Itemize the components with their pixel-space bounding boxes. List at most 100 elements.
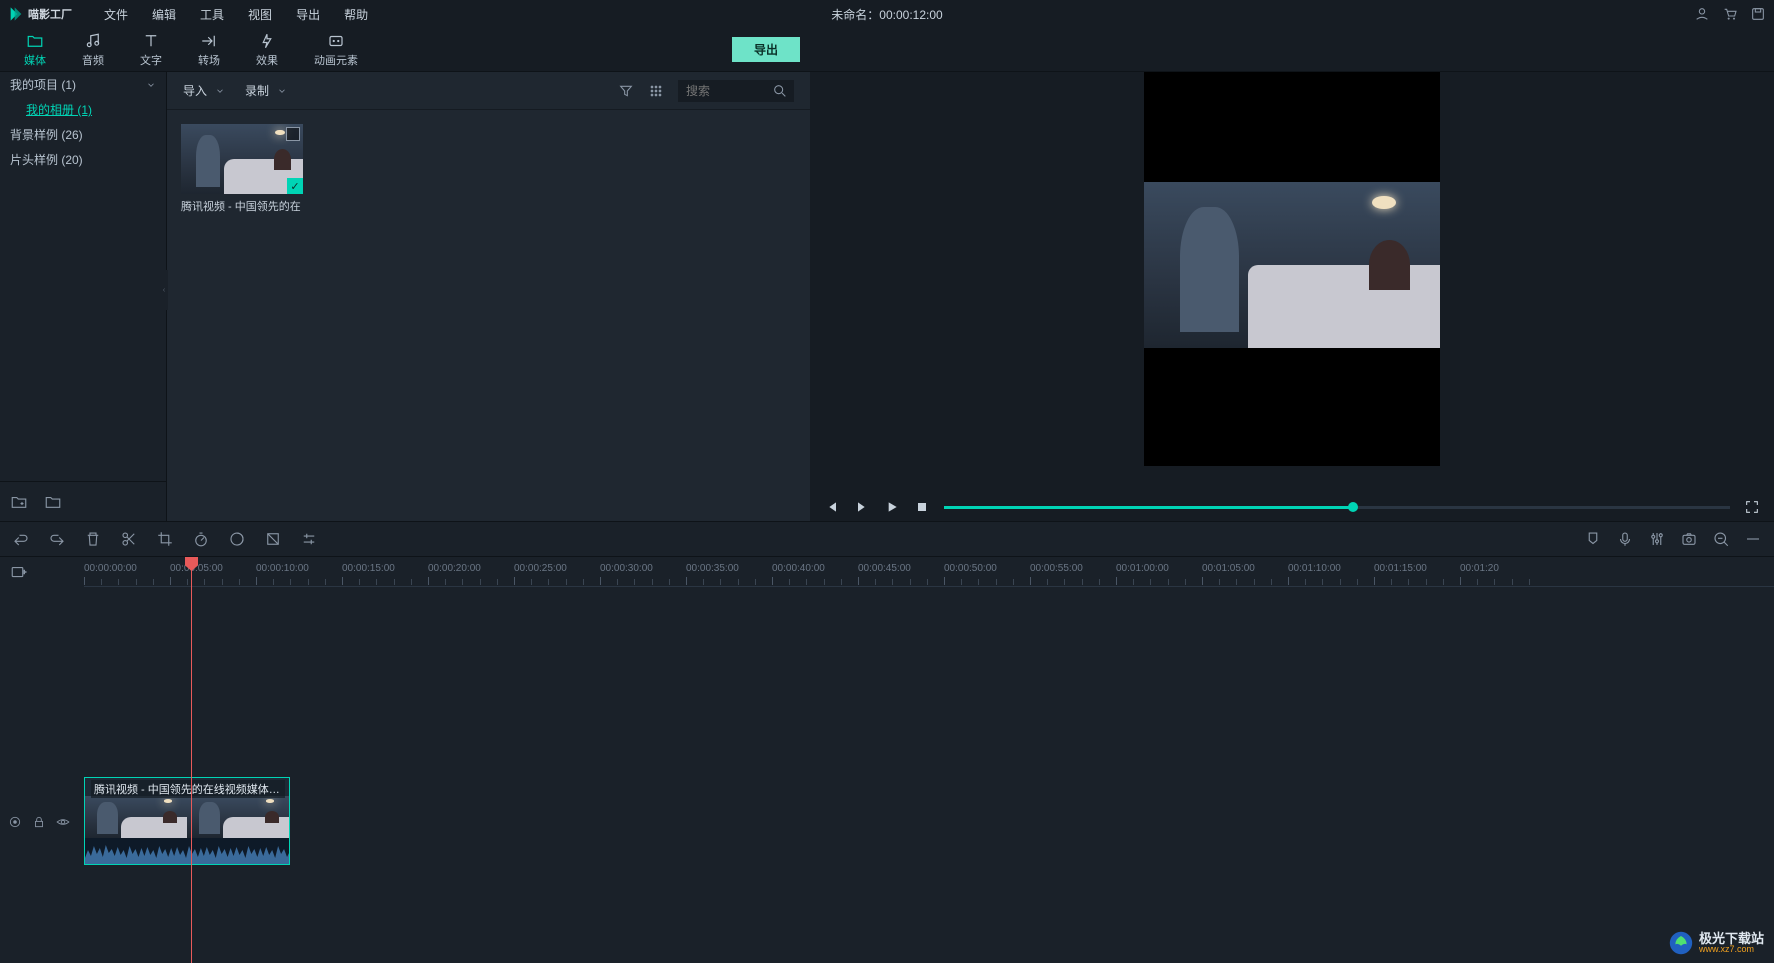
eye-icon[interactable] — [56, 815, 70, 829]
playback-slider[interactable] — [944, 506, 1730, 509]
target-icon[interactable] — [8, 815, 22, 829]
menubar: 喵影工厂 文件 编辑 工具 视图 导出 帮助 未命名：00:00:12:00 — [0, 0, 1774, 28]
record-dropdown[interactable]: 录制 — [245, 82, 287, 99]
delete-button[interactable] — [84, 530, 102, 548]
speed-button[interactable] — [192, 530, 210, 548]
color-button[interactable] — [228, 530, 246, 548]
search-icon[interactable] — [772, 83, 788, 99]
ruler-tick: 00:01:10:00 — [1288, 563, 1341, 574]
watermark-logo-icon — [1667, 929, 1695, 957]
sidebar-footer — [0, 481, 166, 521]
adjust-button[interactable] — [300, 530, 318, 548]
play-button[interactable] — [884, 499, 900, 515]
audio-mixer-icon[interactable] — [1648, 530, 1666, 548]
logo-icon — [8, 6, 24, 22]
tab-effect[interactable]: 效果 — [238, 28, 296, 72]
menu-tool[interactable]: 工具 — [188, 2, 236, 27]
ruler-minor-tick — [1254, 579, 1255, 585]
chevron-down-icon — [215, 86, 225, 96]
ruler-tick: 00:00:00:00 — [84, 563, 137, 574]
ruler-minor-tick — [789, 579, 790, 585]
record-label: 录制 — [245, 82, 269, 99]
watermark-url: www.xz7.com — [1699, 945, 1764, 954]
ruler-minor-tick — [806, 579, 807, 585]
ruler-minor-tick — [1168, 579, 1169, 585]
import-dropdown[interactable]: 导入 — [183, 82, 225, 99]
media-panel: 导入 录制 ✓ — [167, 72, 810, 521]
menu-export[interactable]: 导出 — [284, 2, 332, 27]
marker-icon[interactable] — [1584, 530, 1602, 548]
voiceover-icon[interactable] — [1616, 530, 1634, 548]
search-input[interactable] — [678, 80, 772, 102]
chevron-left-icon — [161, 285, 167, 295]
split-button[interactable] — [120, 530, 138, 548]
clip-title: 腾讯视频 - 中国领先的在线视频媒体平台 — [91, 780, 285, 798]
cart-icon[interactable] — [1722, 6, 1738, 22]
tab-audio[interactable]: 音频 — [64, 28, 122, 72]
playhead[interactable] — [191, 557, 192, 963]
stop-button[interactable] — [914, 499, 930, 515]
tab-text[interactable]: 文字 — [122, 28, 180, 72]
tree-title-samples[interactable]: 片头样例 (20) — [0, 147, 166, 172]
undo-button[interactable] — [12, 530, 30, 548]
watermark: 极光下载站 www.xz7.com — [1667, 929, 1764, 957]
sidebar: 我的项目 (1) 我的相册 (1) 背景样例 (26) 片头样例 (20) — [0, 72, 167, 521]
video-clip[interactable]: 腾讯视频 - 中国领先的在线视频媒体平台 — [84, 777, 290, 865]
ruler-minor-tick — [359, 579, 360, 585]
folder-icon[interactable] — [44, 493, 62, 511]
new-folder-icon[interactable] — [10, 493, 28, 511]
media-item[interactable]: ✓ 腾讯视频 - 中国领先的在 — [181, 124, 303, 214]
tree-album[interactable]: 我的相册 (1) — [0, 97, 166, 122]
ruler-tick: 00:01:20 — [1460, 563, 1499, 574]
menu-file[interactable]: 文件 — [92, 2, 140, 27]
ruler-minor-tick — [875, 579, 876, 585]
menu-edit[interactable]: 编辑 — [140, 2, 188, 27]
export-button[interactable]: 导出 — [732, 37, 800, 62]
ruler-minor-tick — [531, 579, 532, 585]
tab-motion[interactable]: 动画元素 — [296, 28, 376, 72]
ruler-minor-tick — [910, 579, 911, 585]
fullscreen-icon[interactable] — [1744, 499, 1760, 515]
motion-icon — [327, 32, 345, 50]
ruler-minor-tick — [652, 579, 653, 585]
tree-bg-label: 背景样例 (26) — [10, 126, 83, 143]
ruler-minor-tick — [153, 579, 154, 585]
save-icon[interactable] — [1750, 6, 1766, 22]
prev-frame-button[interactable] — [824, 499, 840, 515]
ruler-minor-tick — [566, 579, 567, 585]
next-frame-button[interactable] — [854, 499, 870, 515]
timeline-manage-icon[interactable] — [10, 563, 28, 581]
transition-icon — [200, 32, 218, 50]
menu-view[interactable]: 视图 — [236, 2, 284, 27]
ruler-minor-tick — [1082, 579, 1083, 585]
snapshot-icon[interactable] — [1680, 530, 1698, 548]
sidebar-collapse-handle[interactable] — [160, 270, 168, 310]
preview-frame — [1144, 72, 1440, 466]
zoom-line-icon[interactable] — [1744, 530, 1762, 548]
ruler-minor-tick — [1357, 579, 1358, 585]
tab-transition[interactable]: 转场 — [180, 28, 238, 72]
menu-help[interactable]: 帮助 — [332, 2, 380, 27]
filter-icon[interactable] — [618, 83, 634, 99]
ruler-minor-tick — [1512, 579, 1513, 585]
green-screen-button[interactable] — [264, 530, 282, 548]
grid-view-icon[interactable] — [648, 83, 664, 99]
account-icon[interactable] — [1694, 6, 1710, 22]
main-split: 我的项目 (1) 我的相册 (1) 背景样例 (26) 片头样例 (20) 导入 — [0, 72, 1774, 521]
tab-media[interactable]: 媒体 — [6, 28, 64, 72]
video-badge-icon — [286, 127, 300, 141]
tabbar: 媒体 音频 文字 转场 效果 动画元素 导出 — [0, 28, 1774, 72]
zoom-out-icon[interactable] — [1712, 530, 1730, 548]
slider-knob[interactable] — [1348, 502, 1358, 512]
search-wrap — [678, 80, 794, 102]
crop-button[interactable] — [156, 530, 174, 548]
timeline-ruler[interactable]: 00:00:00:0000:00:05:0000:00:10:0000:00:1… — [84, 557, 1774, 587]
tree-projects[interactable]: 我的项目 (1) — [0, 72, 166, 97]
ruler-tick: 00:00:35:00 — [686, 563, 739, 574]
ruler-minor-tick — [273, 579, 274, 585]
ruler-minor-tick — [755, 579, 756, 585]
lock-icon[interactable] — [32, 815, 46, 829]
redo-button[interactable] — [48, 530, 66, 548]
app-name: 喵影工厂 — [28, 6, 72, 22]
tree-bg-samples[interactable]: 背景样例 (26) — [0, 122, 166, 147]
